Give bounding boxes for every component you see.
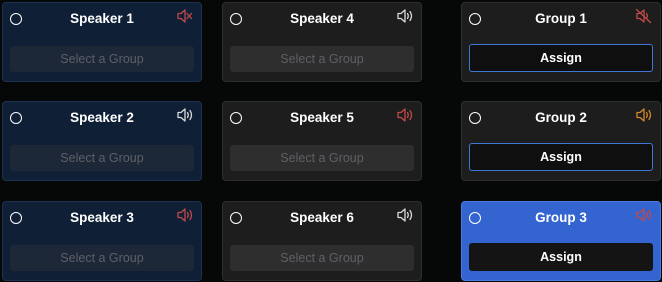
group-select[interactable]: Select a Group — [10, 46, 194, 72]
speaker-1-name: Speaker 1 — [70, 11, 134, 26]
group-select[interactable]: Select a Group — [230, 46, 414, 72]
speaker-4-name: Speaker 4 — [290, 11, 354, 26]
speaker-card-1[interactable]: Speaker 1 Select a Group — [2, 2, 202, 82]
group-select[interactable]: Select a Group — [230, 145, 414, 171]
speaker-muted-icon[interactable] — [176, 8, 194, 24]
group-1-name: Group 1 — [535, 11, 587, 26]
group-2-name: Group 2 — [535, 110, 587, 125]
speaker-card-5[interactable]: Speaker 5 Select a Group — [222, 101, 422, 181]
assign-button[interactable]: Assign — [469, 243, 653, 271]
speaker-volume-icon[interactable] — [635, 207, 653, 223]
speaker-volume-icon[interactable] — [396, 8, 414, 24]
speaker-card-3[interactable]: Speaker 3 Select a Group — [2, 201, 202, 281]
assign-button[interactable]: Assign — [469, 143, 653, 171]
speaker-2-name: Speaker 2 — [70, 110, 134, 125]
group-select[interactable]: Select a Group — [10, 245, 194, 271]
speaker-card-4[interactable]: Speaker 4 Select a Group — [222, 2, 422, 82]
speaker-5-name: Speaker 5 — [290, 110, 354, 125]
speaker-volume-icon[interactable] — [396, 207, 414, 223]
group-card-2[interactable]: Group 2 Assign — [461, 101, 661, 181]
speaker-volume-icon[interactable] — [635, 107, 653, 123]
speaker-volume-icon[interactable] — [396, 107, 414, 123]
group-select[interactable]: Select a Group — [10, 145, 194, 171]
speaker-muted-icon[interactable] — [635, 8, 653, 24]
speaker-6-name: Speaker 6 — [290, 210, 354, 225]
assign-button[interactable]: Assign — [469, 44, 653, 72]
group-3-name: Group 3 — [535, 210, 587, 225]
speaker-card-6[interactable]: Speaker 6 Select a Group — [222, 201, 422, 281]
speaker-card-2[interactable]: Speaker 2 Select a Group — [2, 101, 202, 181]
group-select[interactable]: Select a Group — [230, 245, 414, 271]
group-card-1[interactable]: Group 1 Assign — [461, 2, 661, 82]
speaker-3-name: Speaker 3 — [70, 210, 134, 225]
speaker-volume-icon[interactable] — [176, 107, 194, 123]
group-card-3[interactable]: Group 3 Assign — [461, 201, 661, 281]
speaker-volume-icon[interactable] — [176, 207, 194, 223]
